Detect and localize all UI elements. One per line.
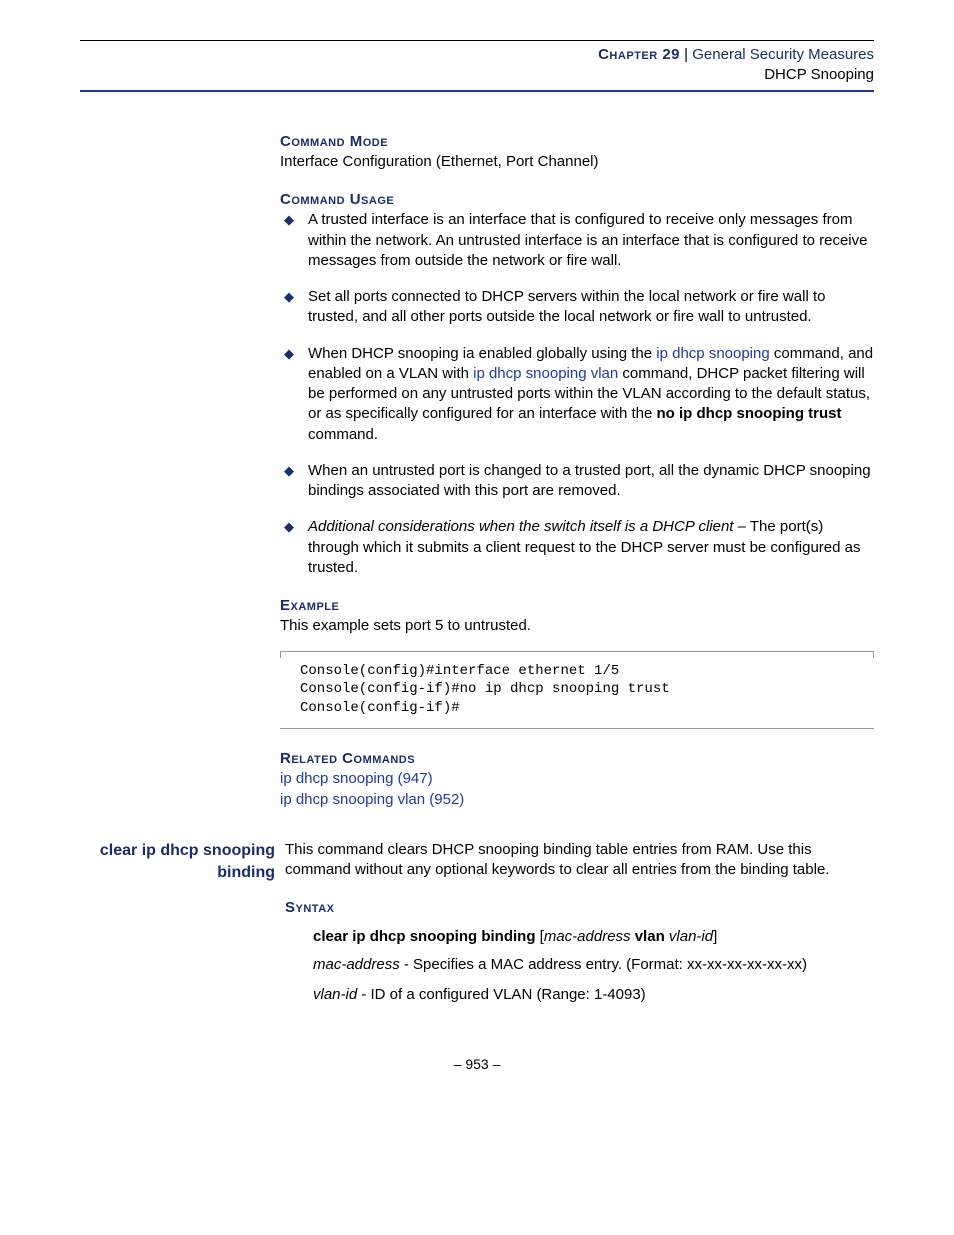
- syntax-param: vlan-id: [665, 928, 713, 945]
- usage-bullet-1: A trusted interface is an interface that…: [280, 210, 874, 271]
- command-description: This command clears DHCP snooping bindin…: [285, 840, 874, 881]
- example-heading: Example: [280, 596, 874, 616]
- link-ip-dhcp-snooping[interactable]: ip dhcp snooping: [656, 345, 769, 362]
- parameter-mac-address: mac-address - Specifies a MAC address en…: [313, 955, 874, 975]
- syntax-heading: Syntax: [285, 898, 874, 918]
- page-footer: – 953 –: [80, 1055, 874, 1074]
- chapter-title-link[interactable]: General Security Measures: [692, 46, 874, 63]
- param-name: mac-address: [313, 956, 400, 973]
- command-mode-heading: Command Mode: [280, 132, 874, 152]
- command-name-sidebar: clear ip dhcp snooping binding: [80, 840, 285, 883]
- syntax-keyword: vlan: [635, 928, 665, 945]
- usage-bullet-list: A trusted interface is an interface that…: [280, 210, 874, 578]
- page: Chapter 29 | General Security Measures D…: [0, 0, 954, 1114]
- running-header: Chapter 29 | General Security Measures D…: [80, 45, 874, 86]
- param-desc: - ID of a configured VLAN (Range: 1-4093…: [357, 986, 646, 1003]
- syntax-keyword: clear ip dhcp snooping binding: [313, 928, 536, 945]
- text: ]: [713, 928, 717, 945]
- syntax-line: clear ip dhcp snooping binding [mac-addr…: [313, 927, 874, 947]
- usage-bullet-4: When an untrusted port is changed to a t…: [280, 461, 874, 502]
- example-code-block: Console(config)#interface ethernet 1/5 C…: [280, 651, 874, 730]
- example-text: This example sets port 5 to untrusted.: [280, 616, 874, 636]
- bold-command: no ip dhcp snooping trust: [657, 405, 842, 422]
- command-entry: clear ip dhcp snooping binding This comm…: [80, 840, 874, 1016]
- section-title: DHCP Snooping: [764, 66, 874, 83]
- link-ip-dhcp-snooping-vlan[interactable]: ip dhcp snooping vlan: [473, 365, 618, 382]
- header-rule-thick: [80, 90, 874, 92]
- usage-bullet-3: When DHCP snooping ia enabled globally u…: [280, 344, 874, 445]
- command-mode-text: Interface Configuration (Ethernet, Port …: [280, 152, 874, 172]
- text: [: [536, 928, 544, 945]
- usage-bullet-2: Set all ports connected to DHCP servers …: [280, 287, 874, 328]
- command-body: This command clears DHCP snooping bindin…: [285, 840, 874, 1016]
- text: When DHCP snooping ia enabled globally u…: [308, 345, 656, 362]
- command-usage-heading: Command Usage: [280, 190, 874, 210]
- italic-note: Additional considerations when the switc…: [308, 518, 733, 535]
- header-rule-thin: [80, 40, 874, 41]
- header-separator: |: [680, 46, 692, 63]
- text: command.: [308, 426, 378, 443]
- related-commands-heading: Related Commands: [280, 749, 874, 769]
- param-name: vlan-id: [313, 986, 357, 1003]
- main-content: Command Mode Interface Configuration (Et…: [280, 132, 874, 810]
- param-desc: - Specifies a MAC address entry. (Format…: [400, 956, 807, 973]
- parameter-list: mac-address - Specifies a MAC address en…: [313, 955, 874, 1006]
- parameter-vlan-id: vlan-id - ID of a configured VLAN (Range…: [313, 985, 874, 1005]
- related-link-1[interactable]: ip dhcp snooping (947): [280, 769, 874, 789]
- related-link-2[interactable]: ip dhcp snooping vlan (952): [280, 790, 874, 810]
- usage-bullet-5: Additional considerations when the switc…: [280, 517, 874, 578]
- chapter-label: Chapter 29: [598, 46, 680, 63]
- syntax-param: mac-address: [544, 928, 631, 945]
